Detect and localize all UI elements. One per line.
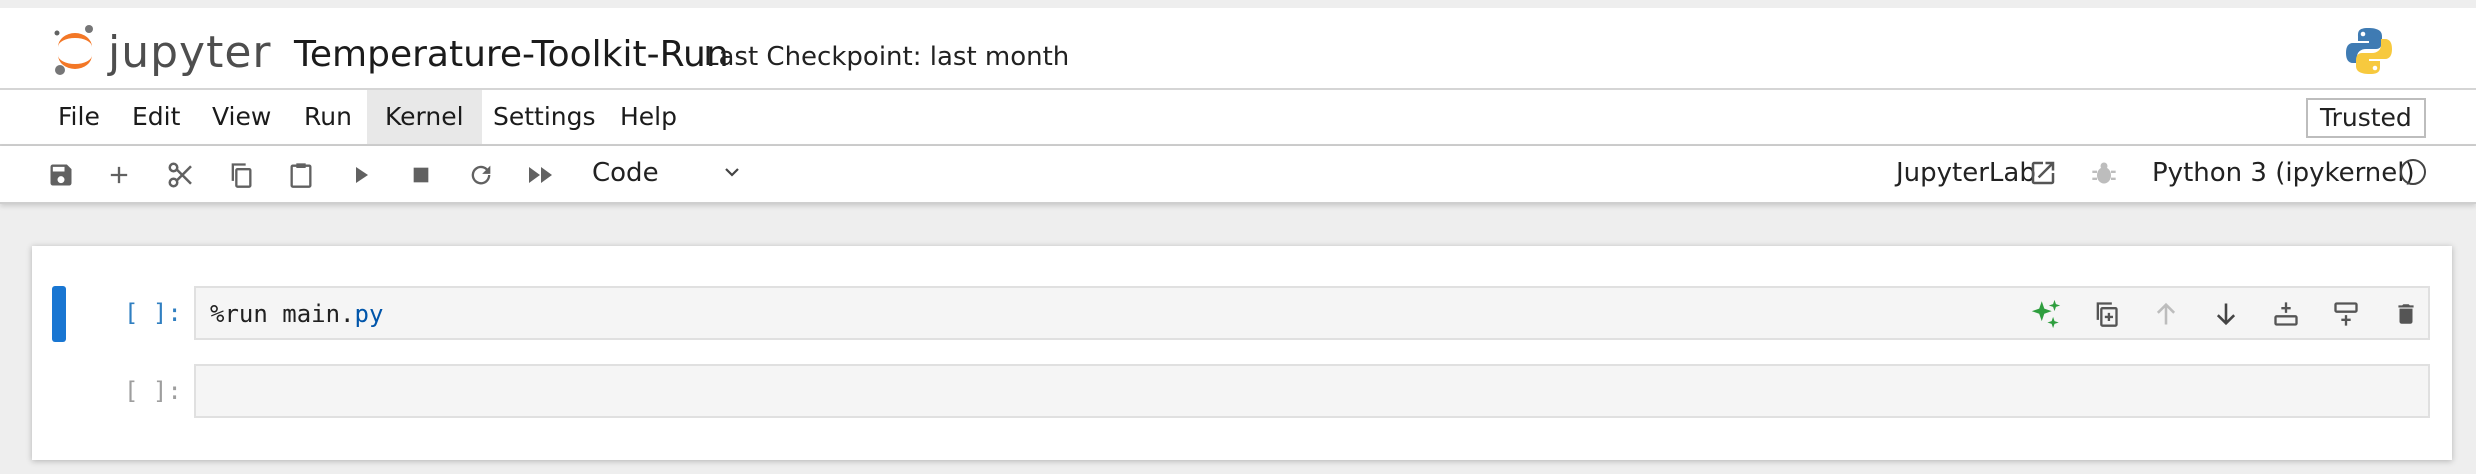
menu-kernel[interactable]: Kernel: [367, 90, 482, 144]
menu-view[interactable]: View: [194, 90, 289, 144]
notebook-toolbar: Code JupyterLab Python 3 (ipykernel): [0, 146, 2476, 204]
kernel-status-icon: [2400, 159, 2426, 185]
code-line: %run main.py: [210, 300, 383, 328]
cell-prompt: [ ]:: [124, 299, 182, 327]
jupyter-logo-icon: [52, 23, 98, 81]
cell-type-select[interactable]: Code: [592, 158, 659, 188]
debugger-bug-icon[interactable]: [2090, 159, 2118, 191]
jupyter-logo[interactable]: jupyter: [52, 22, 272, 82]
sparkle-ai-icon[interactable]: [2026, 294, 2066, 334]
restart-icon[interactable]: [462, 156, 500, 194]
kernel-name[interactable]: Python 3 (ipykernel): [2152, 158, 2415, 188]
add-cell-icon[interactable]: [100, 156, 138, 194]
chevron-down-icon[interactable]: [720, 160, 744, 188]
menu-run[interactable]: Run: [286, 90, 370, 144]
menu-help[interactable]: Help: [602, 90, 695, 144]
notebook-panel: [ ]: %run main.py [ ]:: [32, 246, 2452, 460]
insert-above-icon[interactable]: [2266, 294, 2306, 334]
code-cell-input[interactable]: [194, 364, 2430, 418]
run-icon[interactable]: [342, 156, 380, 194]
delete-icon[interactable]: [2386, 294, 2426, 334]
duplicate-icon[interactable]: [2086, 294, 2126, 334]
menu-edit[interactable]: Edit: [114, 90, 198, 144]
code-extension: py: [354, 300, 384, 328]
trusted-indicator[interactable]: Trusted: [2306, 98, 2426, 138]
notebook-title[interactable]: Temperature-Toolkit-Run: [294, 34, 729, 75]
move-up-icon[interactable]: [2146, 294, 2186, 334]
open-in-jupyterlab[interactable]: JupyterLab: [1896, 158, 2036, 188]
code-text: %run main.: [210, 300, 355, 328]
top-strip: [0, 0, 2476, 8]
fast-forward-icon[interactable]: [522, 156, 560, 194]
menu-settings[interactable]: Settings: [475, 90, 614, 144]
external-link-icon[interactable]: [2028, 158, 2058, 192]
python-logo-icon: [2344, 26, 2394, 80]
active-cell-indicator[interactable]: [52, 286, 66, 342]
paste-icon[interactable]: [282, 156, 320, 194]
menu-bar: File Edit View Run Kernel Settings Help …: [0, 90, 2476, 146]
stop-icon[interactable]: [402, 156, 440, 194]
cell-prompt: [ ]:: [124, 377, 182, 405]
logo-text: jupyter: [108, 26, 272, 78]
move-down-icon[interactable]: [2206, 294, 2246, 334]
copy-icon[interactable]: [222, 156, 260, 194]
cut-icon[interactable]: [162, 156, 200, 194]
last-checkpoint: Last Checkpoint: last month: [704, 42, 1070, 72]
insert-below-icon[interactable]: [2326, 294, 2366, 334]
menu-file[interactable]: File: [40, 90, 118, 144]
header: jupyter Temperature-Toolkit-Run Last Che…: [0, 8, 2476, 90]
save-icon[interactable]: [42, 156, 80, 194]
